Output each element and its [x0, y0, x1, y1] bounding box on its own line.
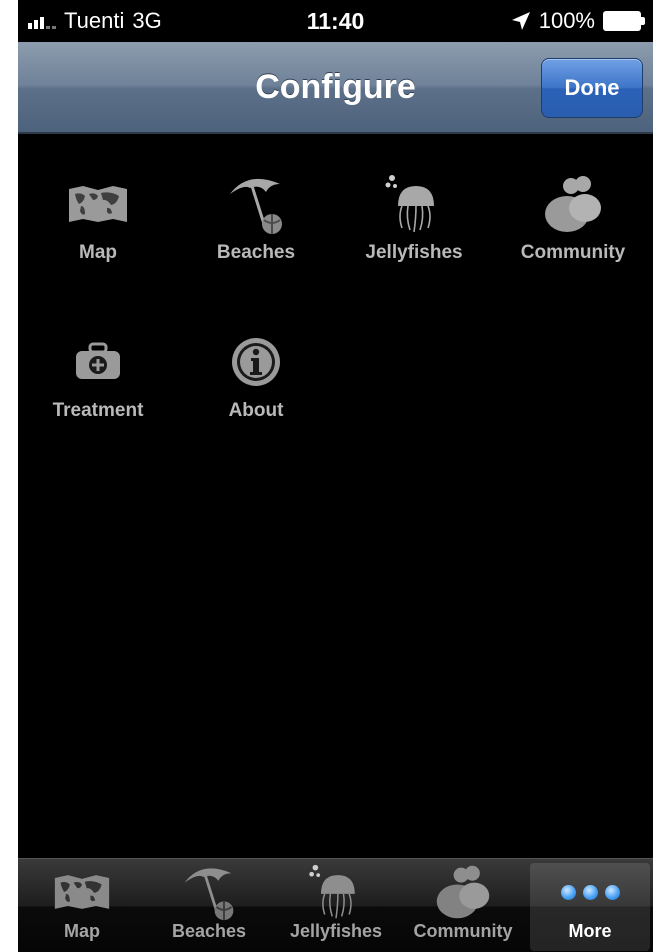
- location-arrow-icon: [511, 12, 530, 30]
- status-right: 100%: [511, 8, 645, 34]
- grid-item-label: Beaches: [216, 242, 296, 263]
- world-map-icon: [22, 863, 142, 921]
- community-icon: [541, 172, 605, 236]
- beach-umbrella-icon: [149, 863, 269, 921]
- tab-bar: Map Beaches Jellyfishes Community More: [18, 858, 653, 952]
- jellyfish-icon: [382, 172, 446, 236]
- tab-jellyfishes[interactable]: Jellyfishes: [276, 863, 396, 951]
- battery-icon: [603, 11, 645, 31]
- community-icon: [403, 863, 523, 921]
- tab-label: Beaches: [171, 921, 247, 941]
- tab-community[interactable]: Community: [403, 863, 523, 951]
- tab-more[interactable]: More: [530, 863, 650, 951]
- grid-item-label: Community: [520, 242, 626, 263]
- grid-item-beaches[interactable]: Beaches: [176, 172, 336, 264]
- navigation-bar: Configure Done: [18, 42, 653, 134]
- grid-item-about[interactable]: About: [176, 330, 336, 422]
- battery-percent: 100%: [538, 8, 595, 33]
- more-dots-icon: [530, 863, 650, 921]
- tab-label: Community: [413, 921, 513, 941]
- grid-item-treatment[interactable]: Treatment: [18, 330, 178, 422]
- info-icon: [224, 330, 288, 394]
- tab-label: Jellyfishes: [289, 921, 383, 941]
- grid-item-label: Treatment: [52, 400, 144, 421]
- screen: Tuenti 3G 11:40 100% Configure Done Map: [18, 0, 653, 952]
- grid-item-community[interactable]: Community: [493, 172, 653, 264]
- world-map-icon: [66, 172, 130, 236]
- grid-item-label: About: [228, 400, 284, 421]
- status-bar: Tuenti 3G 11:40 100%: [18, 0, 653, 42]
- grid-item-label: Jellyfishes: [365, 242, 463, 263]
- tab-map[interactable]: Map: [22, 863, 142, 951]
- grid-item-label: Map: [79, 242, 117, 263]
- grid-item-map[interactable]: Map: [18, 172, 178, 264]
- beach-umbrella-icon: [224, 172, 288, 236]
- first-aid-kit-icon: [66, 330, 130, 394]
- tab-label: More: [568, 921, 612, 941]
- grid-item-jellyfishes[interactable]: Jellyfishes: [334, 172, 494, 264]
- jellyfish-icon: [276, 863, 396, 921]
- tab-label: Map: [64, 921, 100, 941]
- tab-beaches[interactable]: Beaches: [149, 863, 269, 951]
- done-button[interactable]: Done: [541, 58, 643, 118]
